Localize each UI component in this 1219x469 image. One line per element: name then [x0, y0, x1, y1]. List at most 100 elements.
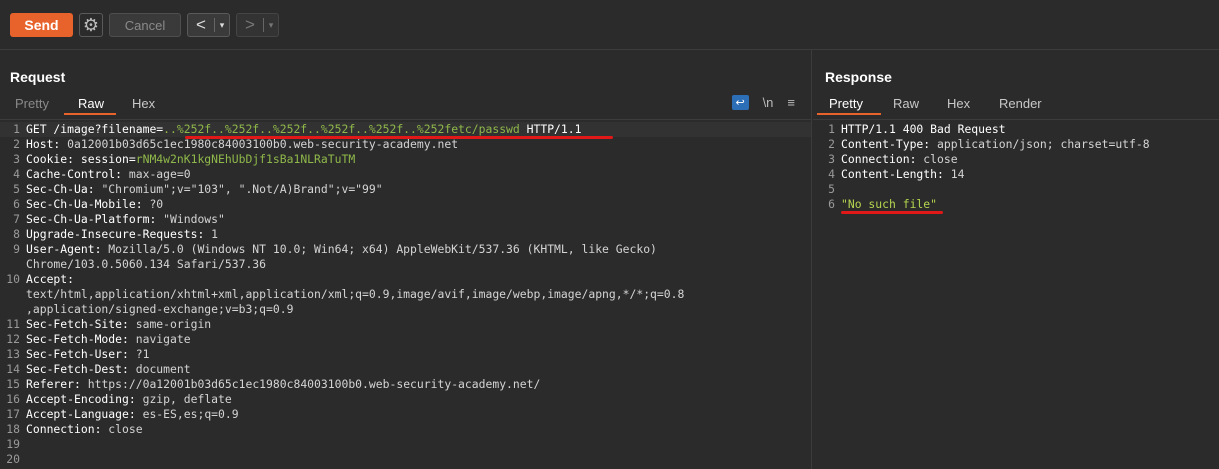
response-tabs: Pretty Raw Hex Render — [813, 94, 1219, 116]
line-number: 11 — [6, 317, 20, 331]
tab-render[interactable]: Render — [999, 96, 1042, 115]
code-line: 12 Sec-Fetch-Mode: navigate — [0, 332, 811, 347]
chevron-down-icon[interactable]: ▾ — [264, 20, 278, 31]
settings-button[interactable]: ⚙ — [79, 13, 103, 37]
line-text: Sec-Ch-Ua: "Chromium";v="103", ".Not/A)B… — [26, 182, 383, 197]
line-number: 3 — [828, 152, 835, 166]
line-number: 6 — [828, 197, 835, 211]
line-number: 13 — [6, 347, 20, 361]
code-line: 15 Referer: https://0a12001b03d65c1ec1980… — [0, 377, 811, 392]
code-line: ,application/signed-exchange;v=b3;q=0.9 — [0, 302, 811, 317]
header-value: application/json; charset=utf-8 — [937, 137, 1150, 151]
line-number: 12 — [6, 332, 20, 346]
header-name: Cache-Control: — [26, 167, 129, 181]
header-name: Connection: — [841, 152, 924, 166]
header-name: Sec-Ch-Ua: — [26, 182, 102, 196]
active-tab-underline — [64, 113, 116, 115]
line-text: HTTP/1.1 400 Bad Request — [841, 122, 1006, 137]
response-pane: Response Pretty Raw Hex Render 1 HTTP/1.1… — [813, 50, 1219, 469]
newline-icon[interactable]: \n — [763, 95, 774, 110]
header-value: ..%252f..%252f..%252f..%252f..%252f..%25… — [163, 122, 452, 136]
line-number: 18 — [6, 422, 20, 436]
header-value: gzip, deflate — [142, 392, 232, 406]
wrap-lines-icon[interactable]: ↩ — [731, 95, 749, 110]
line-number: 19 — [6, 437, 20, 451]
response-editor[interactable]: 1 HTTP/1.1 400 Bad Request 2 Content-Type: … — [813, 119, 1219, 469]
line-number: 4 — [13, 167, 20, 181]
forward-button[interactable]: > ▾ — [236, 13, 279, 37]
code-line: 19 — [0, 437, 811, 452]
code-line: 6 "No such file" — [813, 197, 1219, 212]
send-button[interactable]: Send — [10, 13, 73, 37]
code-line: 20 — [0, 452, 811, 467]
header-name: Sec-Fetch-Mode: — [26, 332, 136, 346]
menu-icon[interactable]: ≡ — [787, 95, 795, 110]
line-number: 4 — [828, 167, 835, 181]
line-number: 17 — [6, 407, 20, 421]
active-tab-underline — [817, 113, 881, 115]
header-name: Accept-Language: — [26, 407, 143, 421]
code-line: text/html,application/xhtml+xml,applicat… — [0, 287, 811, 302]
header-value: ?1 — [135, 347, 150, 361]
line-number: 10 — [6, 272, 20, 286]
line-number: 1 — [828, 122, 835, 136]
header-name: Cookie: session= — [26, 152, 136, 166]
header-name: Sec-Ch-Ua-Platform: — [26, 212, 164, 226]
code-line: 1 GET /image?filename=..%252f..%252f..%25… — [0, 122, 811, 137]
tab-hex[interactable]: Hex — [947, 96, 970, 115]
header-name: GET /image?filename= — [26, 122, 164, 136]
cancel-button[interactable]: Cancel — [109, 13, 181, 37]
header-value: navigate — [135, 332, 191, 346]
gear-icon: ⚙ — [82, 15, 100, 35]
code-line: 10 Accept: — [0, 272, 811, 287]
header-value: ,application/signed-exchange;v=b3;q=0.9 — [26, 302, 294, 316]
header-name: Sec-Ch-Ua-Mobile: — [26, 197, 150, 211]
line-text: Accept-Language: es-ES,es;q=0.9 — [26, 407, 239, 422]
line-text: text/html,application/xhtml+xml,applicat… — [26, 287, 684, 302]
chevron-left-icon[interactable]: < — [188, 15, 214, 35]
line-number: 9 — [13, 242, 20, 256]
line-number: 14 — [6, 362, 20, 376]
code-line: 3 Connection: close — [813, 152, 1219, 167]
header-value: 0a12001b03d65c1ec1980c84003100b0.web-sec… — [67, 137, 459, 151]
request-pane: Request Pretty Raw Hex ↩ \n ≡ 1 GET /imag… — [0, 50, 812, 469]
header-name: HTTP/1.1 400 Bad Request — [841, 122, 1006, 136]
code-line: 1 HTTP/1.1 400 Bad Request — [813, 122, 1219, 137]
line-text: GET /image?filename=..%252f..%252f..%252… — [26, 122, 582, 137]
request-tabs: Pretty Raw Hex — [0, 94, 811, 116]
header-value: "Windows" — [163, 212, 225, 226]
tab-hex[interactable]: Hex — [132, 96, 155, 115]
line-text: Cache-Control: max-age=0 — [26, 167, 191, 182]
chevron-down-icon[interactable]: ▾ — [215, 20, 229, 31]
line-text: Content-Length: 14 — [841, 167, 964, 182]
line-number: 2 — [828, 137, 835, 151]
header-value: same-origin — [135, 317, 212, 331]
header-name: Upgrade-Insecure-Requests: — [26, 227, 212, 241]
header-value: 14 — [950, 167, 965, 181]
header-name: Content-Type: — [841, 137, 938, 151]
back-button[interactable]: < ▾ — [187, 13, 230, 37]
header-name: Accept-Encoding: — [26, 392, 143, 406]
tab-raw[interactable]: Raw — [893, 96, 919, 115]
line-text: Sec-Ch-Ua-Mobile: ?0 — [26, 197, 163, 212]
code-line: 5 — [813, 182, 1219, 197]
request-editor[interactable]: 1 GET /image?filename=..%252f..%252f..%25… — [0, 119, 811, 469]
line-number: 2 — [13, 137, 20, 151]
line-text: Chrome/103.0.5060.134 Safari/537.36 — [26, 257, 266, 272]
line-text: Sec-Ch-Ua-Platform: "Windows" — [26, 212, 225, 227]
tab-pretty[interactable]: Pretty — [15, 96, 49, 115]
header-name: Accept: — [26, 272, 81, 286]
line-text: Sec-Fetch-User: ?1 — [26, 347, 149, 362]
line-text: Sec-Fetch-Mode: navigate — [26, 332, 191, 347]
line-text: Connection: close — [841, 152, 958, 167]
toolbar: Send ⚙ Cancel < ▾ > ▾ — [0, 0, 1219, 50]
line-number: 5 — [828, 182, 835, 196]
line-text: Referer: https://0a12001b03d65c1ec1980c8… — [26, 377, 540, 392]
code-line: 6 Sec-Ch-Ua-Mobile: ?0 — [0, 197, 811, 212]
chevron-right-icon[interactable]: > — [237, 15, 263, 35]
code-line: 4 Content-Length: 14 — [813, 167, 1219, 182]
header-value: Chrome/103.0.5060.134 Safari/537.36 — [26, 257, 267, 271]
line-text: "No such file" — [841, 197, 937, 212]
code-line: 14 Sec-Fetch-Dest: document — [0, 362, 811, 377]
code-line: 13 Sec-Fetch-User: ?1 — [0, 347, 811, 362]
